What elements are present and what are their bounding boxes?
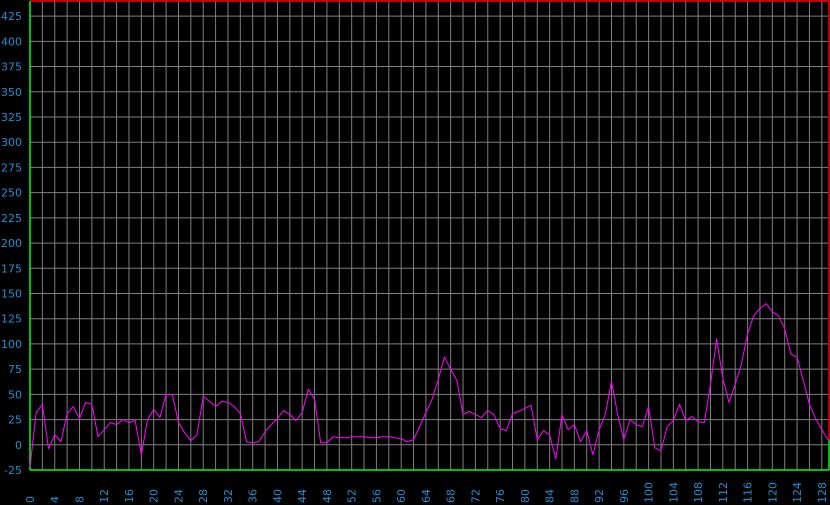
y-tick-label: -25 — [4, 464, 22, 477]
y-tick-label: 0 — [15, 439, 22, 452]
x-tick-label: 56 — [370, 489, 383, 503]
x-tick-label: 88 — [568, 489, 581, 503]
x-tick-label: 4 — [49, 496, 62, 503]
x-tick-label: 24 — [172, 489, 185, 503]
y-tick-label: 425 — [1, 10, 22, 23]
y-tick-label: 375 — [1, 61, 22, 74]
x-tick-label: 76 — [494, 489, 507, 503]
x-tick-label: 64 — [420, 489, 433, 503]
x-tick-label: 108 — [692, 482, 705, 503]
x-tick-label: 0 — [24, 496, 37, 503]
y-tick-label: 325 — [1, 111, 22, 124]
x-tick-label: 48 — [321, 489, 334, 503]
chart-root: -25 0 25 50 75 100 125 150 175 200 225 250 275 300 325… — [0, 0, 830, 505]
x-tick-label: 28 — [197, 489, 210, 503]
x-tick-label: 68 — [445, 489, 458, 503]
x-tick-label: 120 — [766, 482, 779, 503]
x-tick-label: 44 — [296, 489, 309, 503]
y-tick-label: 100 — [1, 338, 22, 351]
y-tick-label: 350 — [1, 86, 22, 99]
x-tick-label: 128 — [816, 482, 829, 503]
x-tick-label: 104 — [667, 482, 680, 503]
y-tick-label: 250 — [1, 187, 22, 200]
x-tick-label: 36 — [247, 489, 260, 503]
plot-background — [0, 0, 830, 505]
x-tick-label: 80 — [519, 489, 532, 503]
x-tick-label: 32 — [222, 489, 235, 503]
x-tick-label: 40 — [271, 489, 284, 503]
x-tick-label: 12 — [98, 489, 111, 503]
x-tick-label: 52 — [346, 489, 359, 503]
x-tick-label: 112 — [717, 482, 730, 503]
y-tick-label: 225 — [1, 212, 22, 225]
y-tick-label: 300 — [1, 136, 22, 149]
y-tick-label: 25 — [8, 414, 22, 427]
y-tick-label: 400 — [1, 35, 22, 48]
x-tick-label: 8 — [73, 496, 86, 503]
x-tick-label: 20 — [148, 489, 161, 503]
x-tick-label: 16 — [123, 489, 136, 503]
y-tick-label: 200 — [1, 237, 22, 250]
line-chart: -250255075100125150175200225250275300325… — [0, 0, 830, 505]
y-tick-label: 275 — [1, 161, 22, 174]
x-tick-label: 72 — [469, 489, 482, 503]
x-tick-label: 60 — [395, 489, 408, 503]
x-tick-label: 84 — [544, 489, 557, 503]
x-tick-label: 124 — [791, 482, 804, 503]
x-tick-label: 92 — [593, 489, 606, 503]
y-tick-label: 125 — [1, 313, 22, 326]
x-tick-label: 96 — [618, 489, 631, 503]
x-tick-label: 100 — [643, 482, 656, 503]
y-tick-label: 75 — [8, 363, 22, 376]
x-tick-label: 116 — [742, 482, 755, 503]
y-tick-label: 175 — [1, 262, 22, 275]
y-tick-label: 150 — [1, 287, 22, 300]
y-tick-label: 50 — [8, 388, 22, 401]
